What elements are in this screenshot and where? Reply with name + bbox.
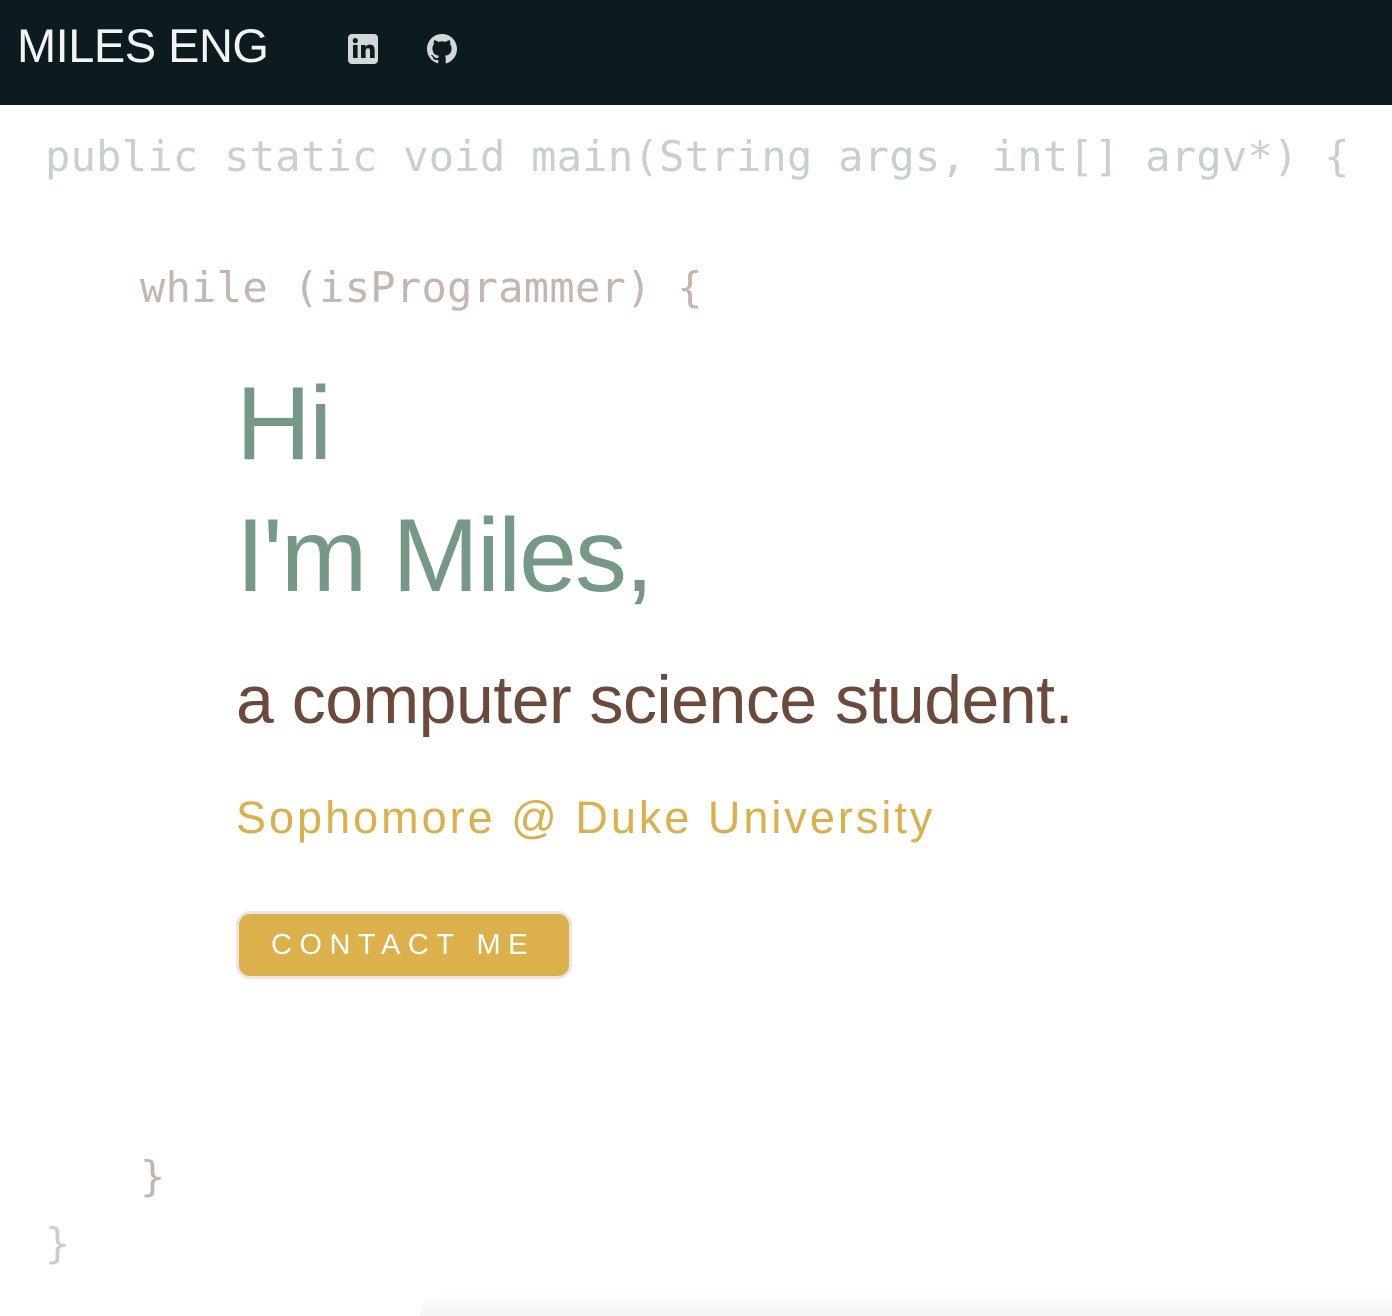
code-while-line: while (isProgrammer) { xyxy=(140,263,703,312)
linkedin-icon[interactable] xyxy=(346,32,380,66)
hero-name: I'm Miles, xyxy=(236,498,654,614)
contact-me-button[interactable]: CONTACT ME xyxy=(236,911,572,979)
code-main-signature: public static void main(String args, int… xyxy=(45,132,1350,181)
hero-role: a computer science student. xyxy=(236,662,1073,738)
bottom-shadow xyxy=(420,1292,1392,1316)
hero-greeting: Hi xyxy=(236,366,332,482)
github-icon[interactable] xyxy=(425,32,459,66)
hero-school: Sophomore @ Duke University xyxy=(236,792,936,843)
code-close-brace-inner: } xyxy=(140,1152,166,1201)
code-close-brace-outer: } xyxy=(45,1219,71,1268)
site-brand[interactable]: MILES ENG xyxy=(17,18,269,74)
navbar: MILES ENG xyxy=(0,0,1392,105)
